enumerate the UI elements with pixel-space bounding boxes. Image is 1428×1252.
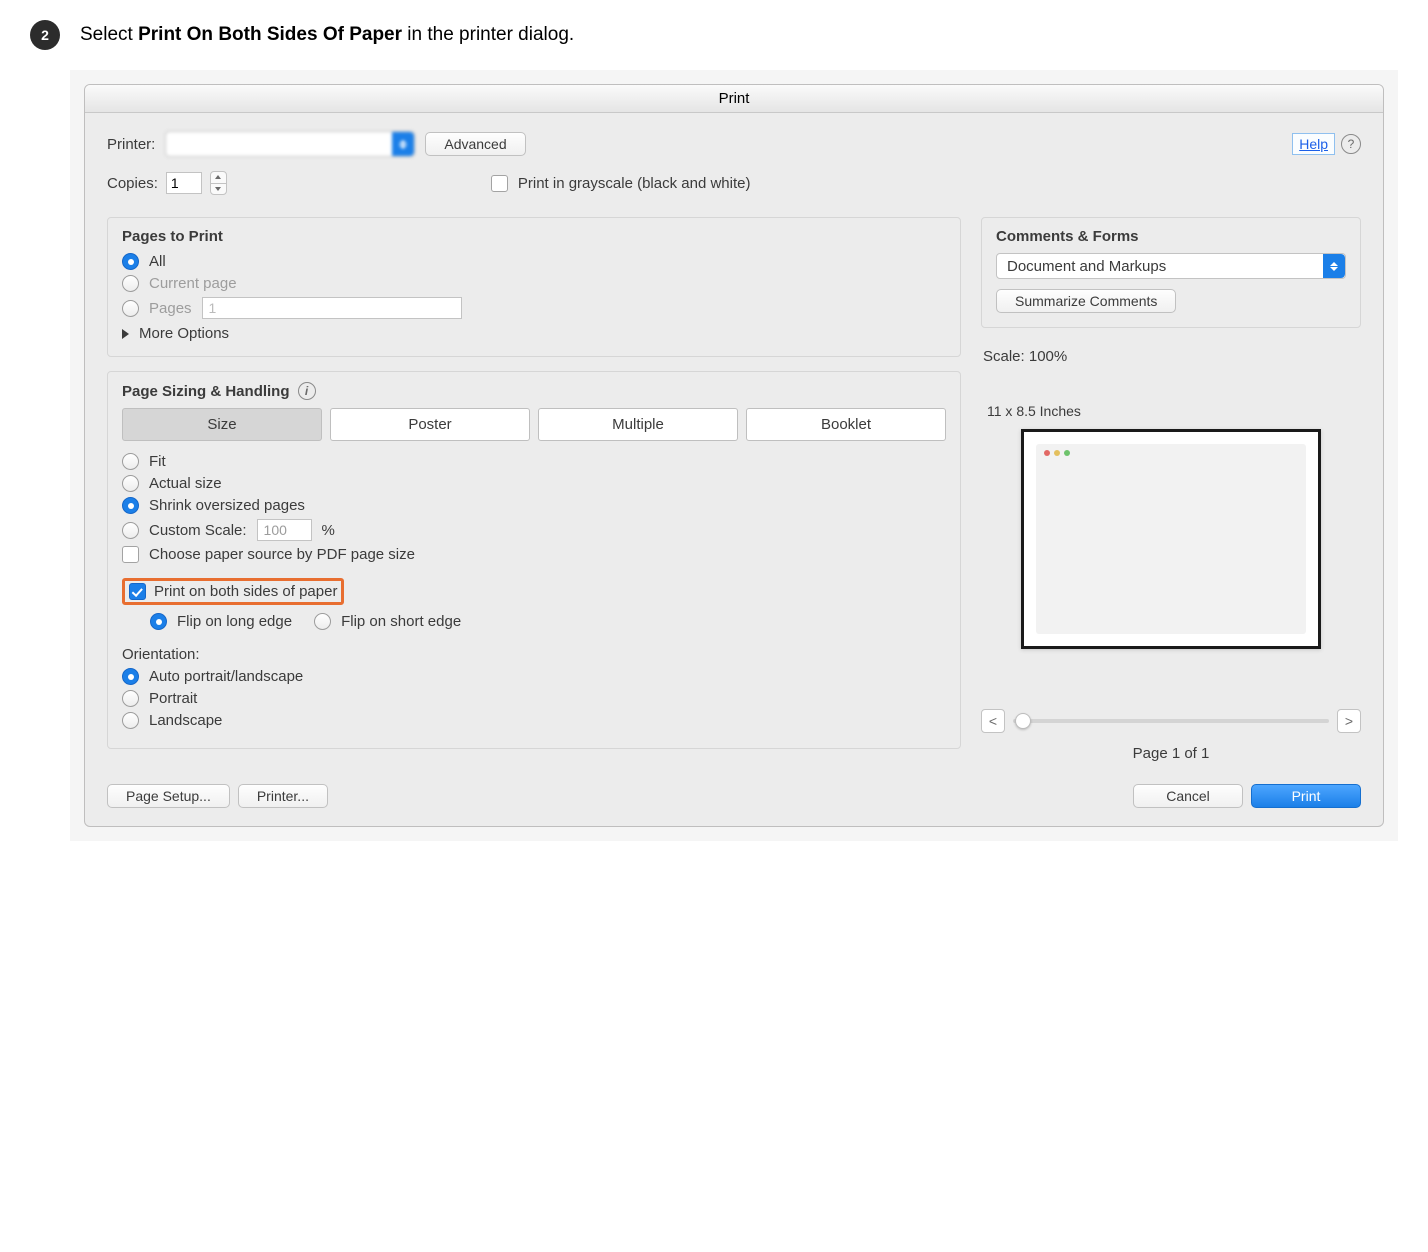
printer-settings-button[interactable]: Printer...	[238, 784, 328, 808]
flip-long-radio[interactable]	[150, 613, 167, 630]
seg-multiple-button[interactable]: Multiple	[538, 408, 738, 441]
ori-auto-label: Auto portrait/landscape	[149, 668, 303, 685]
shrink-radio[interactable]	[122, 497, 139, 514]
updown-arrows-icon	[1323, 254, 1345, 278]
printer-label: Printer:	[107, 136, 155, 153]
preview-next-button[interactable]: >	[1337, 709, 1361, 733]
pages-to-print-panel: Pages to Print All Current page Pages	[107, 217, 961, 357]
custom-scale-radio[interactable]	[122, 522, 139, 539]
pages-range-label: Pages	[149, 300, 192, 317]
seg-size-button[interactable]: Size	[122, 408, 322, 441]
dialog-title: Print	[85, 85, 1383, 113]
print-button[interactable]: Print	[1251, 784, 1361, 808]
preview-prev-button[interactable]: <	[981, 709, 1005, 733]
instruction-text: Select Print On Both Sides Of Paper in t…	[80, 24, 574, 46]
pages-range-input[interactable]	[202, 297, 462, 319]
choose-paper-checkbox[interactable]	[122, 546, 139, 563]
custom-scale-input[interactable]	[257, 519, 312, 541]
more-options-label[interactable]: More Options	[139, 325, 229, 342]
updown-arrows-icon	[392, 132, 414, 156]
scale-text: Scale: 100%	[983, 348, 1359, 365]
pages-all-label: All	[149, 253, 166, 270]
copies-input[interactable]	[166, 172, 202, 194]
pages-range-radio[interactable]	[122, 300, 139, 317]
page-setup-button[interactable]: Page Setup...	[107, 784, 230, 808]
print-dialog: Print Printer: Advanced Help ?	[84, 84, 1384, 827]
step-number-badge: 2	[30, 20, 60, 50]
pages-current-radio[interactable]	[122, 275, 139, 292]
choose-paper-label: Choose paper source by PDF page size	[149, 546, 415, 563]
orientation-title: Orientation:	[122, 646, 946, 663]
pages-current-label: Current page	[149, 275, 237, 292]
advanced-button[interactable]: Advanced	[425, 132, 525, 156]
copies-label: Copies:	[107, 175, 158, 192]
page-sizing-title: Page Sizing & Handling	[122, 383, 290, 400]
info-icon[interactable]: i	[298, 382, 316, 400]
ori-landscape-label: Landscape	[149, 712, 222, 729]
actual-size-radio[interactable]	[122, 475, 139, 492]
help-link[interactable]: Help	[1292, 133, 1335, 155]
disclosure-triangle-icon[interactable]	[122, 329, 129, 339]
summarize-comments-button[interactable]: Summarize Comments	[996, 289, 1176, 313]
both-sides-highlight: Print on both sides of paper	[122, 578, 344, 605]
fit-radio[interactable]	[122, 453, 139, 470]
comments-forms-panel: Comments & Forms Document and Markups Su…	[981, 217, 1361, 328]
ori-auto-radio[interactable]	[122, 668, 139, 685]
both-sides-label: Print on both sides of paper	[154, 583, 337, 600]
printer-select[interactable]	[165, 131, 415, 157]
paper-dimensions: 11 x 8.5 Inches	[981, 403, 1361, 419]
pages-to-print-title: Pages to Print	[122, 228, 946, 245]
comments-forms-select[interactable]: Document and Markups	[996, 253, 1346, 279]
custom-scale-label: Custom Scale:	[149, 522, 247, 539]
preview-page-slider[interactable]	[1013, 719, 1329, 723]
grayscale-label: Print in grayscale (black and white)	[518, 175, 751, 192]
help-info-icon[interactable]: ?	[1341, 134, 1361, 154]
seg-booklet-button[interactable]: Booklet	[746, 408, 946, 441]
page-counter: Page 1 of 1	[981, 745, 1361, 762]
fit-label: Fit	[149, 453, 166, 470]
copies-stepper[interactable]	[210, 171, 227, 195]
page-sizing-panel: Page Sizing & Handling i Size Poster Mul…	[107, 371, 961, 749]
ori-portrait-label: Portrait	[149, 690, 197, 707]
grayscale-checkbox[interactable]	[491, 175, 508, 192]
shrink-label: Shrink oversized pages	[149, 497, 305, 514]
pages-all-radio[interactable]	[122, 253, 139, 270]
flip-long-label: Flip on long edge	[177, 613, 292, 630]
page-preview-thumbnail	[1021, 429, 1321, 649]
percent-label: %	[322, 522, 335, 539]
slider-thumb-icon[interactable]	[1015, 713, 1031, 729]
both-sides-checkbox[interactable]	[129, 583, 146, 600]
comments-forms-title: Comments & Forms	[996, 228, 1346, 245]
ori-portrait-radio[interactable]	[122, 690, 139, 707]
flip-short-radio[interactable]	[314, 613, 331, 630]
seg-poster-button[interactable]: Poster	[330, 408, 530, 441]
cancel-button[interactable]: Cancel	[1133, 784, 1243, 808]
flip-short-label: Flip on short edge	[341, 613, 461, 630]
ori-landscape-radio[interactable]	[122, 712, 139, 729]
actual-size-label: Actual size	[149, 475, 222, 492]
